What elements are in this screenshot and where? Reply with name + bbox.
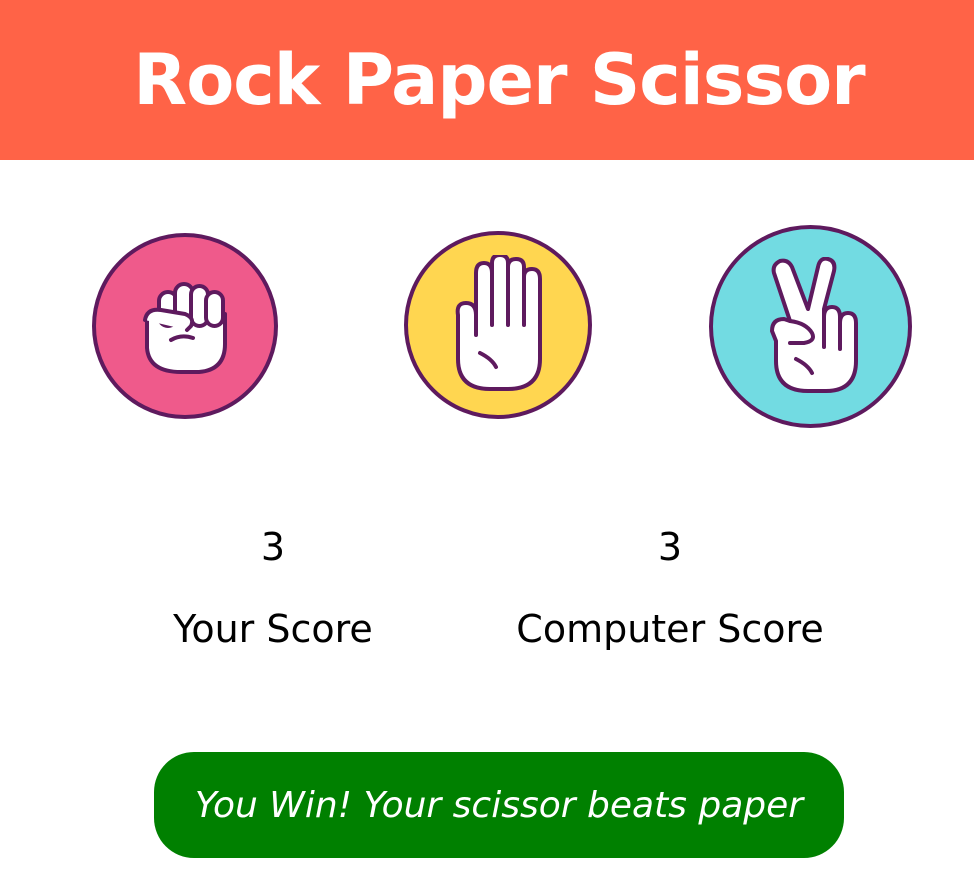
result-message: You Win! Your scissor beats paper bbox=[154, 752, 844, 858]
game-title: Rock Paper Scissor bbox=[133, 39, 865, 121]
user-score-value: 3 bbox=[260, 525, 286, 569]
user-score-label: Your Score bbox=[173, 607, 373, 651]
user-score: 3 Your Score bbox=[113, 527, 433, 649]
paper-hand-icon bbox=[455, 255, 542, 391]
rock-fist-icon bbox=[143, 282, 227, 374]
scissor-hand-icon bbox=[769, 256, 858, 393]
scissor-choice-button[interactable] bbox=[709, 225, 912, 428]
computer-score: 3 Computer Score bbox=[510, 527, 830, 649]
computer-score-value: 3 bbox=[657, 525, 683, 569]
computer-score-label: Computer Score bbox=[516, 607, 824, 651]
rock-choice-button[interactable] bbox=[92, 233, 278, 419]
paper-choice-button[interactable] bbox=[404, 231, 592, 419]
header-bar: Rock Paper Scissor bbox=[0, 0, 974, 160]
